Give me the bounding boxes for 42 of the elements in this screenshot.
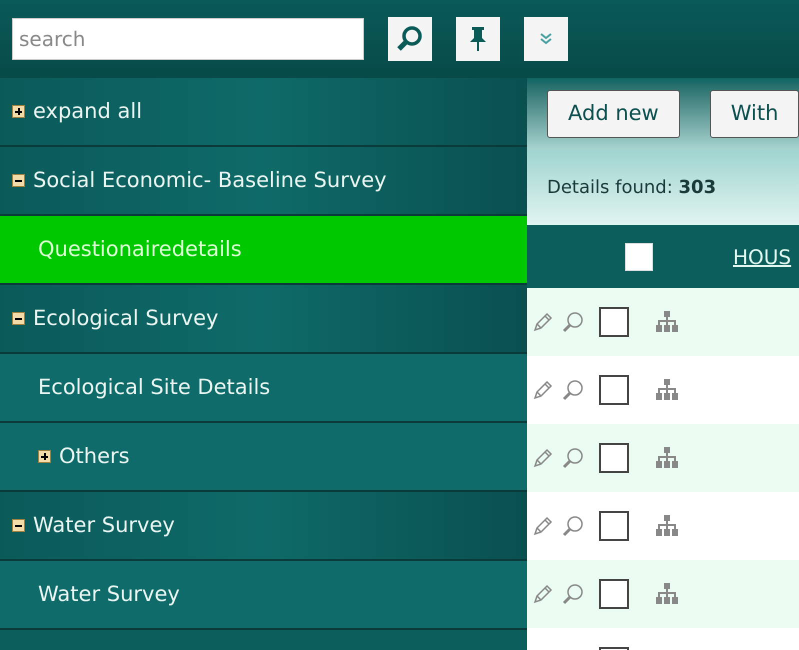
row-checkbox[interactable] xyxy=(599,443,629,473)
hierarchy-icon[interactable] xyxy=(655,515,679,537)
group-label[interactable]: Water Survey xyxy=(33,510,175,542)
search-icon[interactable] xyxy=(561,310,585,334)
hierarchy-icon[interactable] xyxy=(655,379,679,401)
row-checkbox[interactable] xyxy=(599,511,629,541)
group-label[interactable]: Ecological Survey xyxy=(33,302,218,334)
expand-icon[interactable] xyxy=(12,105,25,118)
select-all-checkbox[interactable] xyxy=(625,242,653,270)
hierarchy-icon[interactable] xyxy=(655,311,679,333)
pencil-icon[interactable] xyxy=(531,514,555,538)
search-field[interactable]: search xyxy=(12,18,364,60)
row-checkbox[interactable] xyxy=(599,579,629,609)
collapse-toolbar-button[interactable] xyxy=(524,17,568,61)
search-icon[interactable] xyxy=(561,446,585,470)
toolbar-button[interactable]: Add new xyxy=(547,90,680,138)
sidebar-item[interactable]: Water Survey xyxy=(0,561,527,630)
collapse-icon[interactable] xyxy=(12,519,25,532)
pencil-icon[interactable] xyxy=(531,582,555,606)
sidebar-item[interactable]: Others xyxy=(0,423,527,492)
toolbar-button[interactable]: With xyxy=(710,90,799,138)
hierarchy-icon[interactable] xyxy=(655,447,679,469)
pin-button[interactable] xyxy=(456,17,500,61)
column-header-link[interactable]: HOUS xyxy=(733,242,792,272)
pencil-icon[interactable] xyxy=(531,446,555,470)
pencil-icon[interactable] xyxy=(531,378,555,402)
search-icon xyxy=(396,25,424,53)
row-checkbox[interactable] xyxy=(599,375,629,405)
pencil-icon[interactable] xyxy=(531,310,555,334)
collapse-icon[interactable] xyxy=(12,312,25,325)
search-button[interactable] xyxy=(388,17,432,61)
search-icon[interactable] xyxy=(561,378,585,402)
sidebar-item[interactable]: Ecological Site Details xyxy=(0,354,527,423)
search-icon[interactable] xyxy=(561,514,585,538)
chevron-down-icon xyxy=(539,32,553,46)
expand-icon[interactable] xyxy=(38,450,51,463)
row-checkbox[interactable] xyxy=(599,307,629,337)
hierarchy-icon[interactable] xyxy=(655,583,679,605)
expand-all-link[interactable]: expand all xyxy=(33,96,142,128)
collapse-icon[interactable] xyxy=(12,174,25,187)
details-count: Details found: 303 xyxy=(547,176,716,200)
search-icon[interactable] xyxy=(561,582,585,606)
